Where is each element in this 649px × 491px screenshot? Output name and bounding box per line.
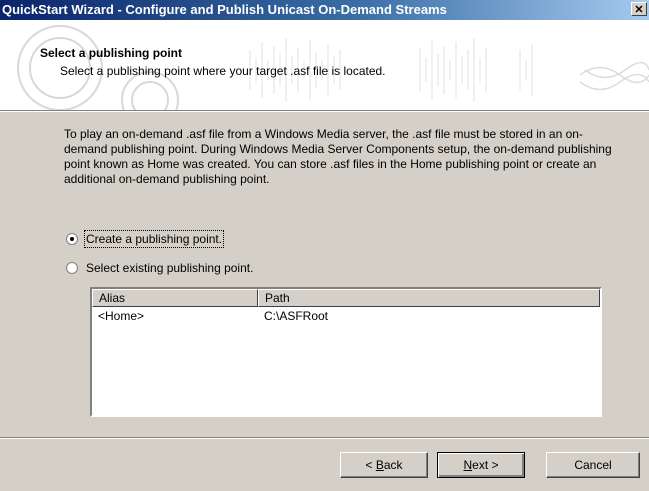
back-button[interactable]: < Back bbox=[340, 452, 428, 478]
close-icon: ✕ bbox=[634, 4, 644, 16]
create-publishing-point-label[interactable]: Create a publishing point. bbox=[83, 230, 225, 248]
title-bar: QuickStart Wizard - Configure and Publis… bbox=[0, 0, 649, 20]
select-existing-option[interactable]: Select existing publishing point. bbox=[66, 261, 253, 275]
list-header: Alias Path bbox=[92, 289, 600, 307]
list-row[interactable]: <Home> C:\ASFRoot bbox=[92, 307, 600, 325]
next-accel: N bbox=[463, 458, 473, 472]
radio-checked-icon[interactable] bbox=[66, 233, 78, 245]
footer-divider bbox=[0, 437, 649, 439]
select-existing-label[interactable]: Select existing publishing point. bbox=[86, 261, 253, 275]
cancel-button[interactable]: Cancel bbox=[546, 452, 640, 478]
header-subtitle: Select a publishing point where your tar… bbox=[60, 64, 386, 78]
back-prefix: < bbox=[365, 458, 376, 472]
row-alias: <Home> bbox=[98, 309, 145, 323]
intro-text: To play an on-demand .asf file from a Wi… bbox=[64, 127, 612, 186]
wizard-header: Select a publishing point Select a publi… bbox=[0, 20, 649, 110]
back-rest: ack bbox=[383, 458, 403, 472]
column-header-path[interactable]: Path bbox=[258, 289, 600, 307]
close-button[interactable]: ✕ bbox=[631, 2, 647, 16]
header-divider bbox=[0, 110, 649, 112]
header-title: Select a publishing point bbox=[40, 46, 183, 60]
row-path: C:\ASFRoot bbox=[264, 309, 329, 323]
next-rest: ext > bbox=[472, 458, 499, 472]
column-header-alias[interactable]: Alias bbox=[92, 289, 258, 307]
window-title: QuickStart Wizard - Configure and Publis… bbox=[2, 2, 447, 17]
next-button[interactable]: Next > bbox=[437, 452, 525, 478]
radio-unchecked-icon[interactable] bbox=[66, 262, 78, 274]
back-accel: B bbox=[375, 458, 384, 472]
publishing-point-list[interactable]: Alias Path <Home> C:\ASFRoot bbox=[90, 287, 602, 417]
create-publishing-point-option[interactable]: Create a publishing point. bbox=[66, 230, 225, 248]
